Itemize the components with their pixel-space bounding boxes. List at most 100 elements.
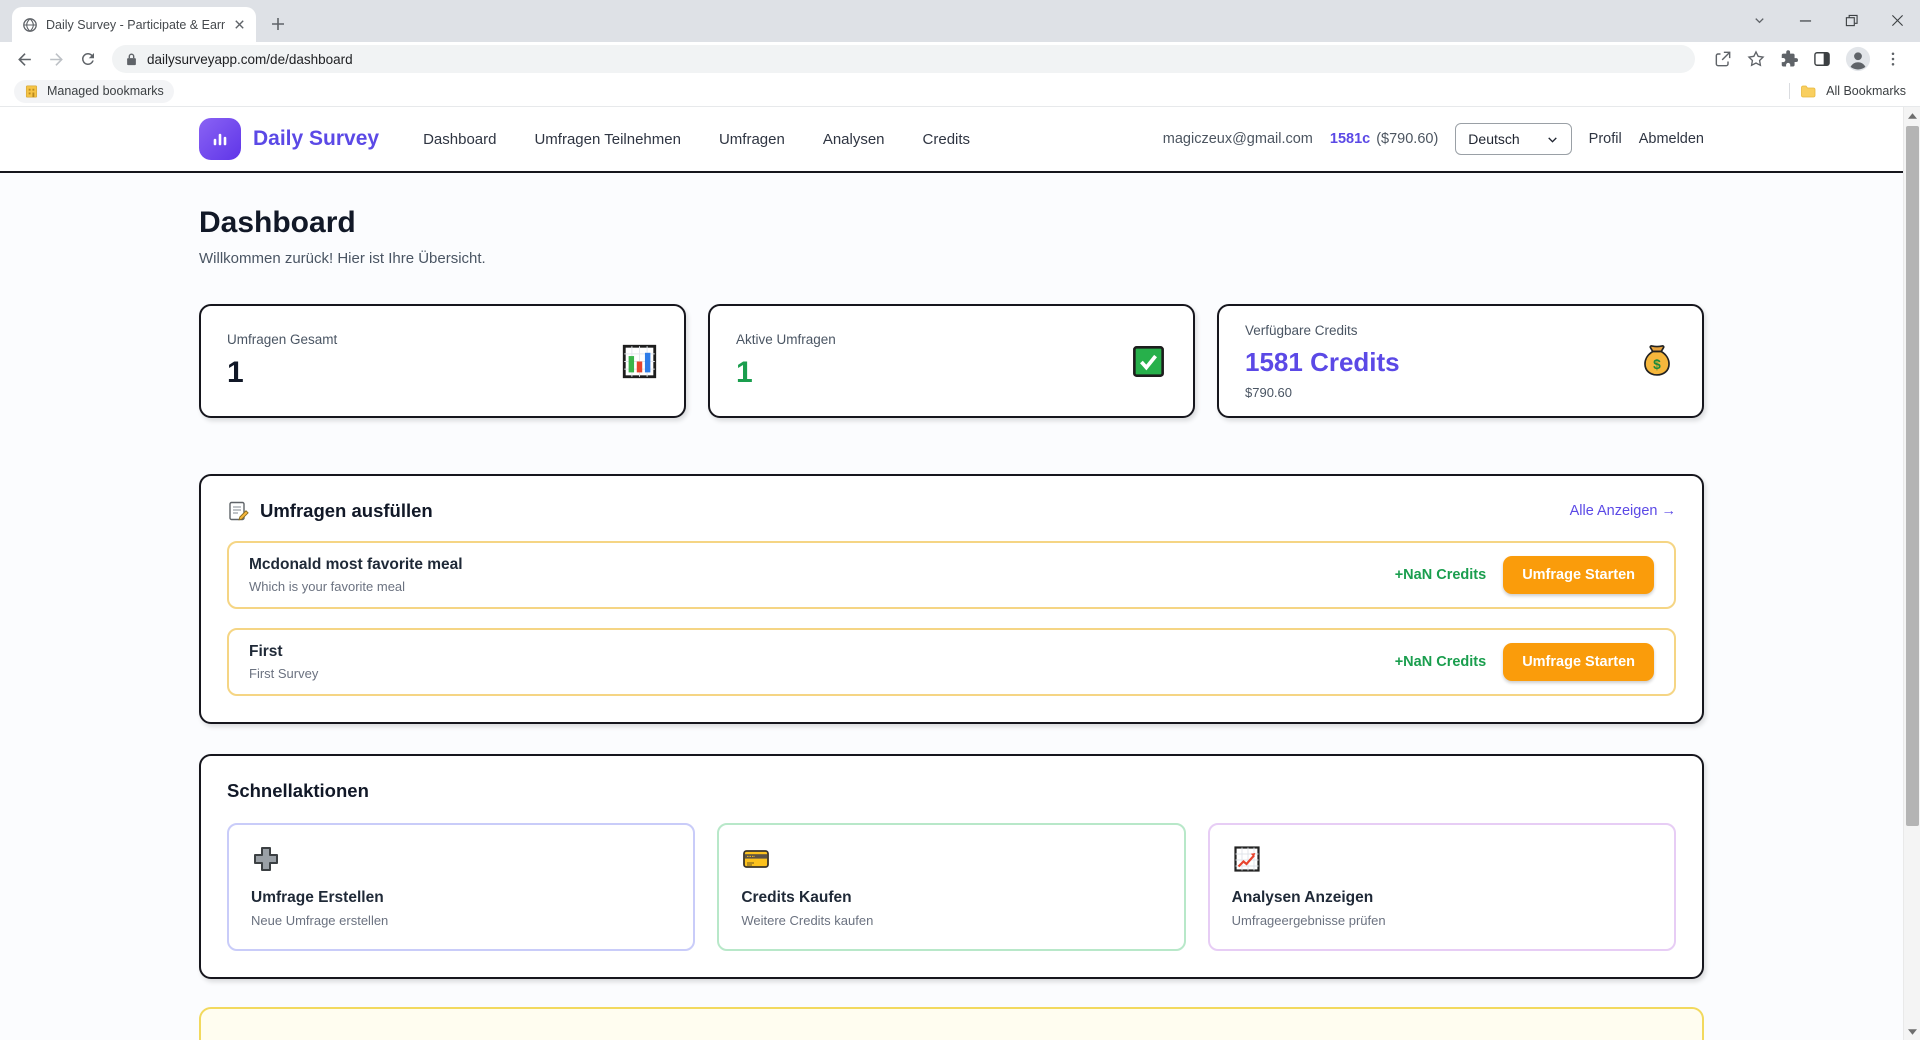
memo-icon <box>227 500 249 522</box>
account-credits-usd: ($790.60) <box>1376 131 1439 147</box>
bookmark-star-icon[interactable] <box>1746 49 1766 69</box>
partial-section-box <box>199 1007 1704 1040</box>
survey-title: Mcdonald most favorite meal <box>249 556 463 573</box>
stat-value: 1 <box>736 356 753 389</box>
account-credits: 1581c <box>1329 131 1371 147</box>
chevron-down-icon <box>1547 136 1557 143</box>
survey-subtitle: First Survey <box>249 666 319 681</box>
nav-analysen[interactable]: Analysen <box>823 131 885 148</box>
brand-logo-bar-chart-icon <box>199 118 241 160</box>
reload-icon[interactable] <box>74 45 102 73</box>
brand[interactable]: Daily Survey <box>199 118 379 160</box>
page-title: Dashboard <box>199 206 356 239</box>
main-nav: Dashboard Umfragen Teilnehmen Umfragen A… <box>423 131 970 148</box>
quick-action-subtitle: Neue Umfrage erstellen <box>251 913 389 928</box>
survey-subtitle: Which is your favorite meal <box>249 579 406 594</box>
managed-bookmarks-label: Managed bookmarks <box>47 84 164 98</box>
profile-avatar[interactable] <box>1845 46 1871 72</box>
browser-tab-strip: Daily Survey - Participate & Earn <box>0 0 1920 42</box>
browser-tab[interactable]: Daily Survey - Participate & Earn <box>12 7 256 42</box>
brand-name: Daily Survey <box>253 127 380 150</box>
tab-close-icon[interactable] <box>233 18 246 31</box>
stat-value: 1 <box>227 356 244 389</box>
app-header: Daily Survey Dashboard Umfragen Teilnehm… <box>0 107 1903 173</box>
toolbar-right <box>1703 46 1912 72</box>
new-tab-button[interactable] <box>264 10 292 38</box>
plus-icon <box>251 844 671 874</box>
back-icon[interactable] <box>10 45 38 73</box>
stat-value: 1581 Credits <box>1245 346 1400 377</box>
quick-actions-title: Schnellaktionen <box>227 780 369 801</box>
svg-text:$: $ <box>1653 357 1661 372</box>
all-bookmarks-label: All Bookmarks <box>1826 84 1906 98</box>
profile-link[interactable]: Profil <box>1589 131 1622 147</box>
check-icon <box>1130 343 1167 380</box>
surveys-section: Umfragen ausfüllen Alle Anzeigen → Mcdon… <box>199 474 1704 724</box>
nav-dashboard[interactable]: Dashboard <box>423 131 496 148</box>
side-panel-icon[interactable] <box>1812 49 1832 69</box>
folder-icon <box>1800 83 1816 99</box>
lock-icon <box>126 52 137 66</box>
quick-action-subtitle: Weitere Credits kaufen <box>741 913 874 928</box>
window-restore-icon[interactable] <box>1828 0 1874 40</box>
quick-action-title: Analysen Anzeigen <box>1231 889 1374 906</box>
quick-action-title: Credits Kaufen <box>741 889 852 906</box>
extensions-puzzle-icon[interactable] <box>1779 49 1799 69</box>
survey-reward: +NaN Credits <box>1394 567 1487 583</box>
nav-credits[interactable]: Credits <box>923 131 971 148</box>
header-account-area: magiczeux@gmail.com 1581c ($790.60) Deut… <box>1163 123 1704 155</box>
quick-action-buy-credits[interactable]: Credits Kaufen Weitere Credits kaufen <box>717 823 1186 951</box>
share-icon[interactable] <box>1713 49 1733 69</box>
chart-up-icon <box>1232 844 1652 874</box>
quick-actions-section: Schnellaktionen Umfrage Erstellen Neue U… <box>199 754 1704 979</box>
window-controls <box>1736 0 1920 40</box>
vertical-scrollbar[interactable] <box>1903 107 1920 1040</box>
kebab-menu-icon[interactable] <box>1884 50 1902 68</box>
url-text: dailysurveyapp.com/de/dashboard <box>147 51 353 67</box>
view-all-link[interactable]: Alle Anzeigen → <box>1570 503 1676 519</box>
language-select[interactable]: Deutsch <box>1455 123 1572 155</box>
quick-action-view-analytics[interactable]: Analysen Anzeigen Umfrageergebnisse prüf… <box>1207 823 1676 951</box>
stat-card-available-credits: Verfügbare Credits 1581 Credits $790.60 … <box>1217 304 1704 418</box>
window-minimize-icon[interactable] <box>1782 0 1828 40</box>
page-subtitle: Willkommen zurück! Hier ist Ihre Übersic… <box>199 250 486 267</box>
globe-favicon-icon <box>22 17 38 33</box>
scrollbar-up-arrow-icon[interactable] <box>1904 107 1920 124</box>
managed-bookmarks-button[interactable]: Managed bookmarks <box>14 79 174 103</box>
nav-umfragen[interactable]: Umfragen <box>719 131 785 148</box>
quick-action-create-survey[interactable]: Umfrage Erstellen Neue Umfrage erstellen <box>227 823 696 951</box>
bookmarks-bar: Managed bookmarks All Bookmarks <box>0 76 1920 107</box>
url-bar[interactable]: dailysurveyapp.com/de/dashboard <box>112 45 1695 73</box>
survey-list-item: First First Survey +NaN Credits Umfrage … <box>227 628 1676 696</box>
page-viewport: Daily Survey Dashboard Umfragen Teilnehm… <box>0 107 1920 1040</box>
scrollbar-thumb[interactable] <box>1906 126 1919 826</box>
credit-card-icon <box>741 844 1161 874</box>
start-survey-button[interactable]: Umfrage Starten <box>1503 643 1654 681</box>
scrollbar-down-arrow-icon[interactable] <box>1904 1023 1920 1040</box>
bar-chart-icon <box>621 343 658 380</box>
stat-card-active-surveys: Aktive Umfragen 1 <box>708 304 1195 418</box>
window-chevron-down-icon[interactable] <box>1736 0 1782 40</box>
stat-cards-row: Umfragen Gesamt 1 Aktive Umfragen 1 Verf… <box>199 304 1704 418</box>
start-survey-button[interactable]: Umfrage Starten <box>1503 556 1654 594</box>
surveys-section-title: Umfragen ausfüllen <box>260 500 433 521</box>
survey-title: First <box>249 643 283 660</box>
tab-title: Daily Survey - Participate & Earn <box>46 17 225 32</box>
all-bookmarks-button[interactable]: All Bookmarks <box>1789 83 1906 99</box>
logout-link[interactable]: Abmelden <box>1639 131 1704 147</box>
nav-umfragen-teilnehmen[interactable]: Umfragen Teilnehmen <box>534 131 680 148</box>
stat-label: Verfügbare Credits <box>1245 322 1358 338</box>
quick-action-title: Umfrage Erstellen <box>251 889 384 906</box>
account-email: magiczeux@gmail.com <box>1162 131 1313 147</box>
stat-sub-value: $790.60 <box>1245 384 1292 400</box>
stat-card-total-surveys: Umfragen Gesamt 1 <box>199 304 686 418</box>
language-select-value: Deutsch <box>1468 131 1520 147</box>
quick-action-subtitle: Umfrageergebnisse prüfen <box>1231 913 1386 928</box>
window-close-icon[interactable] <box>1874 0 1920 40</box>
survey-reward: +NaN Credits <box>1394 654 1487 670</box>
money-bag-icon: $ <box>1638 342 1676 380</box>
forward-icon[interactable] <box>42 45 70 73</box>
survey-list-item: Mcdonald most favorite meal Which is you… <box>227 541 1676 609</box>
managed-bookmarks-icon <box>24 84 39 99</box>
browser-toolbar: dailysurveyapp.com/de/dashboard <box>0 42 1920 76</box>
